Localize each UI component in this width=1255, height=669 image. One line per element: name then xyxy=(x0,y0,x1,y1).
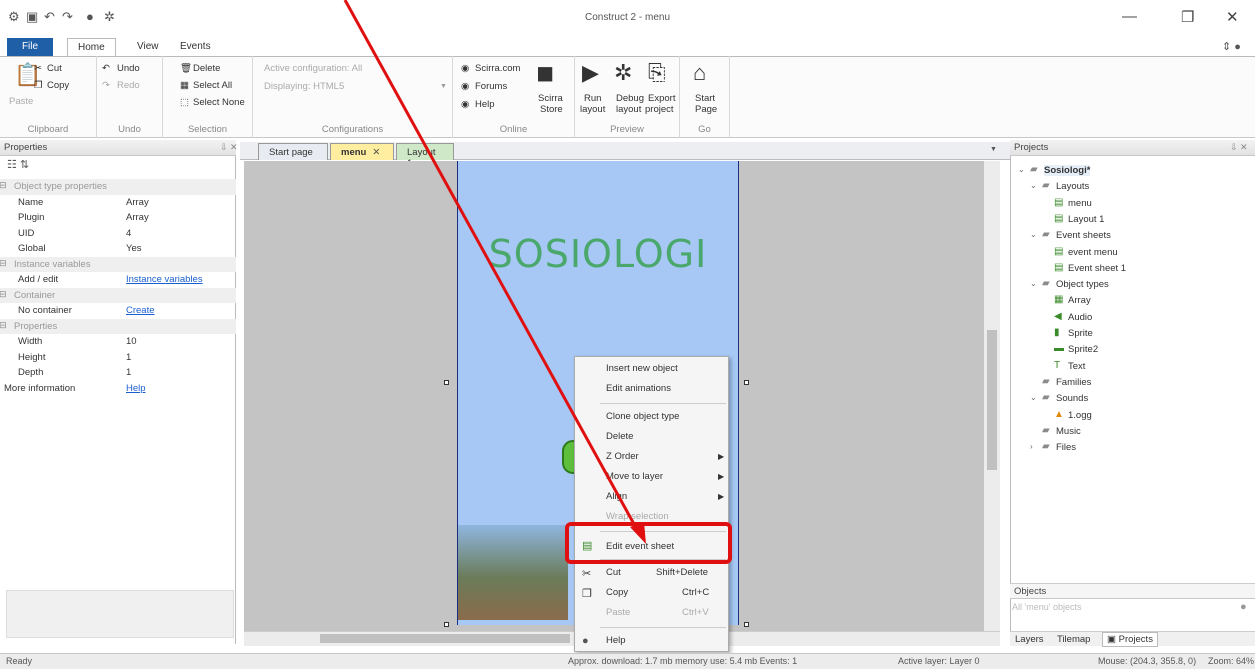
folder-icon: ▰ xyxy=(1042,392,1050,404)
tree-item[interactable]: Sosiologi* xyxy=(1044,165,1091,176)
tree-item[interactable]: Audio xyxy=(1068,312,1092,323)
objects-header: Objects xyxy=(1010,583,1255,599)
tab-projects-label: Projects xyxy=(1118,634,1153,645)
folder-icon: ▰ xyxy=(1042,278,1050,290)
array-icon: ▦ xyxy=(1054,294,1064,306)
status-mouse: Mouse: (204.3, 355.8, 0) xyxy=(1098,656,1197,666)
projects-header: Projects xyxy=(1010,140,1255,156)
chevron-down-icon[interactable]: ⌄ xyxy=(1018,165,1025,174)
audio-icon: ◀ xyxy=(1054,310,1062,322)
tree-item[interactable]: Event sheets xyxy=(1056,230,1111,241)
tree-item[interactable]: menu xyxy=(1068,198,1092,209)
chevron-right-icon[interactable]: › xyxy=(1030,442,1033,451)
tree-item[interactable]: Music xyxy=(1056,426,1081,437)
sprite-icon: ▬ xyxy=(1054,343,1064,355)
tree-item[interactable]: Event sheet 1 xyxy=(1068,263,1126,274)
folder-icon: ▰ xyxy=(1042,180,1050,192)
folder-icon: ▰ xyxy=(1042,375,1050,387)
tree-item[interactable]: Array xyxy=(1068,295,1091,306)
pin-close-icon[interactable]: ⇩ ✕ xyxy=(1230,142,1248,153)
tree-item[interactable]: Layout 1 xyxy=(1068,214,1104,225)
folder-icon: ▰ xyxy=(1042,441,1050,453)
objects-filter-input[interactable]: All 'menu' objects xyxy=(1012,602,1081,612)
tree-item[interactable]: Text xyxy=(1068,361,1085,372)
tab-layers[interactable]: Layers xyxy=(1015,634,1044,645)
chevron-down-icon[interactable]: ⌄ xyxy=(1030,393,1037,402)
projects-title: Projects xyxy=(1014,142,1049,153)
event-sheet-icon: ▤ xyxy=(1054,261,1064,273)
status-ready: Ready xyxy=(6,656,33,666)
text-icon: T xyxy=(1054,359,1061,371)
tree-item[interactable]: Object types xyxy=(1056,279,1109,290)
tree-item[interactable]: Files xyxy=(1056,442,1076,453)
tree-item[interactable]: event menu xyxy=(1068,247,1118,258)
tree-item[interactable]: 1.ogg xyxy=(1068,410,1092,421)
tree-item[interactable]: Sprite2 xyxy=(1068,344,1098,355)
tree-item[interactable]: Families xyxy=(1056,377,1091,388)
folder-icon: ▰ xyxy=(1030,164,1038,175)
status-active-layer: Active layer: Layer 0 xyxy=(898,656,980,666)
layout-icon: ▤ xyxy=(1054,212,1064,224)
status-download: Approx. download: 1.7 mb memory use: 5.4… xyxy=(568,656,798,666)
tree-item[interactable]: Sounds xyxy=(1056,393,1088,404)
objects-title: Objects xyxy=(1014,586,1047,597)
folder-icon: ▰ xyxy=(1042,229,1050,241)
tab-tilemap[interactable]: Tilemap xyxy=(1057,634,1090,645)
status-zoom: Zoom: 64% xyxy=(1208,656,1255,666)
event-sheet-icon: ▤ xyxy=(1054,245,1064,257)
tab-projects[interactable]: ▣ Projects xyxy=(1102,632,1158,647)
chevron-down-icon[interactable]: ⌄ xyxy=(1030,230,1037,239)
objects-settings-icon[interactable]: ● xyxy=(1240,601,1247,613)
tree-item[interactable]: Sprite xyxy=(1068,328,1093,339)
sound-file-icon: ▲ xyxy=(1054,408,1064,420)
tree-item[interactable]: Layouts xyxy=(1056,181,1089,192)
chevron-down-icon[interactable]: ⌄ xyxy=(1030,181,1037,190)
folder-icon: ▰ xyxy=(1042,424,1050,436)
layout-icon: ▤ xyxy=(1054,196,1064,208)
chevron-down-icon[interactable]: ⌄ xyxy=(1030,279,1037,288)
sprite-icon: ▮ xyxy=(1054,327,1060,338)
